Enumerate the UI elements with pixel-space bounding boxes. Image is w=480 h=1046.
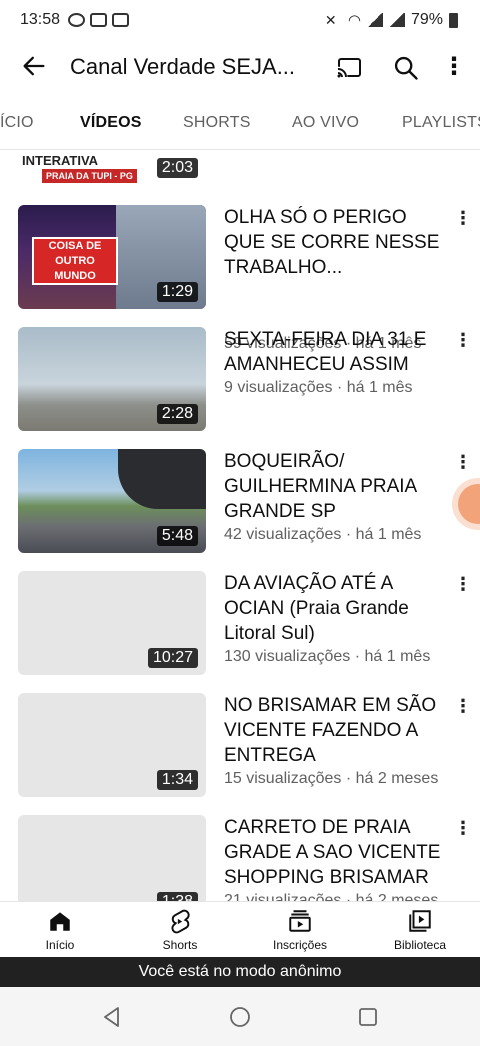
bottom-nav: Início Shorts Inscrições Biblioteca bbox=[0, 901, 480, 957]
nav-home[interactable]: Início bbox=[10, 908, 110, 952]
more-vert-icon[interactable]: ⋮ bbox=[440, 52, 468, 82]
tab-playlists[interactable]: PLAYLISTS bbox=[402, 114, 480, 132]
video-thumbnail[interactable]: COISA DE OUTRO MUNDO 1:29 bbox=[18, 205, 206, 309]
video-item[interactable]: INTERATIVA PRAIA DA TUPI - PG 2:03 bbox=[0, 151, 480, 193]
mute-icon: ✕ bbox=[324, 12, 337, 28]
cast-icon[interactable] bbox=[336, 57, 362, 79]
video-title[interactable]: CARRETO DE PRAIA GRADE A SAO VICENTE SHO… bbox=[224, 815, 452, 890]
video-camera-icon bbox=[112, 13, 130, 27]
video-item[interactable]: 2:28 SEXTA-FEIRA DIA 31 E AMANHECEU ASSI… bbox=[0, 327, 480, 439]
video-title[interactable]: OLHA SÓ O PERIGO QUE SE CORRE NESSE TRAB… bbox=[224, 205, 452, 280]
nav-label: Shorts bbox=[162, 938, 198, 952]
video-duration: 1:29 bbox=[156, 282, 198, 302]
home-circle-icon[interactable] bbox=[228, 1005, 252, 1029]
thumb-text-2: PRAIA DA TUPI - PG bbox=[42, 169, 137, 183]
nav-library[interactable]: Biblioteca bbox=[370, 908, 470, 952]
whatsapp-icon bbox=[68, 13, 86, 27]
channel-title: Canal Verdade SEJA... bbox=[70, 54, 296, 79]
notification-app-icon bbox=[90, 13, 108, 27]
video-thumbnail[interactable]: INTERATIVA PRAIA DA TUPI - PG 2:03 bbox=[18, 151, 206, 185]
nav-label: Inscrições bbox=[272, 938, 328, 952]
more-vert-icon[interactable]: ⋮ bbox=[454, 451, 472, 475]
video-duration: 1:38 bbox=[156, 892, 198, 901]
status-bar: 13:58 ✕ ◠ 79% bbox=[0, 0, 480, 40]
video-duration: 2:03 bbox=[156, 158, 198, 178]
nav-label: Início bbox=[45, 938, 75, 952]
video-meta: 130 visualizações · há 1 mês bbox=[224, 648, 431, 665]
thumb-car bbox=[118, 449, 206, 509]
notification-icons bbox=[68, 13, 130, 27]
video-thumbnail[interactable]: 10:27 bbox=[18, 571, 206, 675]
video-meta: 15 visualizações · há 2 meses bbox=[224, 770, 439, 787]
app-bar: Canal Verdade SEJA... ⋮ bbox=[0, 40, 480, 96]
subscriptions-icon bbox=[289, 910, 311, 932]
signal-icon-2 bbox=[388, 13, 405, 27]
video-duration: 10:27 bbox=[147, 648, 198, 668]
status-time: 13:58 bbox=[20, 11, 61, 28]
video-duration: 2:28 bbox=[156, 404, 198, 424]
nav-label: Biblioteca bbox=[393, 938, 447, 952]
video-item[interactable]: 10:27 DA AVIAÇÃO ATÉ A OCIAN (Praia Gran… bbox=[0, 571, 480, 683]
incognito-banner: Você está no modo anônimo bbox=[0, 957, 480, 987]
channel-tabs: ÍCIO VÍDEOS SHORTS AO VIVO PLAYLISTS bbox=[0, 100, 480, 150]
video-meta: 42 visualizações · há 1 mês bbox=[224, 526, 422, 543]
video-duration: 5:48 bbox=[156, 526, 198, 546]
signal-icon bbox=[366, 13, 383, 27]
battery-icon bbox=[449, 12, 458, 28]
shorts-icon bbox=[171, 909, 190, 934]
nav-shorts[interactable]: Shorts bbox=[130, 908, 230, 952]
battery-text: 79% bbox=[410, 11, 443, 28]
wifi-icon: ◠ bbox=[347, 12, 361, 29]
recents-square-icon[interactable] bbox=[356, 1005, 380, 1029]
video-item[interactable]: COISA DE OUTRO MUNDO 1:29 OLHA SÓ O PERI… bbox=[0, 205, 480, 352]
video-meta: 21 visualizações · há 2 meses bbox=[224, 892, 439, 901]
video-thumbnail[interactable]: 1:34 bbox=[18, 693, 206, 797]
back-triangle-icon[interactable] bbox=[100, 1005, 124, 1029]
tab-shorts[interactable]: SHORTS bbox=[183, 114, 251, 132]
video-title[interactable]: DA AVIAÇÃO ATÉ A OCIAN (Praia Grande Lit… bbox=[224, 571, 452, 646]
tab-live[interactable]: AO VIVO bbox=[292, 114, 359, 132]
video-item[interactable]: 5:48 BOQUEIRÃO/ GUILHERMINA PRAIA GRANDE… bbox=[0, 449, 480, 561]
home-icon bbox=[50, 912, 70, 931]
video-list: INTERATIVA PRAIA DA TUPI - PG 2:03 COISA… bbox=[0, 151, 480, 901]
tab-videos[interactable]: VÍDEOS bbox=[80, 114, 142, 132]
more-vert-icon[interactable]: ⋮ bbox=[454, 817, 472, 841]
library-icon bbox=[409, 910, 431, 932]
status-left: 13:58 bbox=[20, 11, 130, 29]
more-vert-icon[interactable]: ⋮ bbox=[454, 573, 472, 597]
video-item[interactable]: 1:38 CARRETO DE PRAIA GRADE A SAO VICENT… bbox=[0, 815, 480, 901]
more-vert-icon[interactable]: ⋮ bbox=[454, 207, 472, 231]
video-thumbnail[interactable]: 2:28 bbox=[18, 327, 206, 431]
more-vert-icon[interactable]: ⋮ bbox=[454, 329, 472, 353]
video-title[interactable]: NO BRISAMAR EM SÃO VICENTE FAZENDO A ENT… bbox=[224, 693, 452, 768]
video-thumbnail[interactable]: 5:48 bbox=[18, 449, 206, 553]
thumb-text: INTERATIVA bbox=[22, 153, 99, 168]
tab-home[interactable]: ÍCIO bbox=[0, 114, 34, 132]
system-nav-bar bbox=[0, 987, 480, 1046]
video-duration: 1:34 bbox=[156, 770, 198, 790]
video-meta: 9 visualizações · há 1 mês bbox=[224, 379, 413, 396]
video-title[interactable]: BOQUEIRÃO/ GUILHERMINA PRAIA GRANDE SP bbox=[224, 449, 452, 524]
video-thumbnail[interactable]: 1:38 bbox=[18, 815, 206, 901]
thumb-banner: COISA DE OUTRO MUNDO bbox=[32, 237, 118, 285]
video-item[interactable]: 1:34 NO BRISAMAR EM SÃO VICENTE FAZENDO … bbox=[0, 693, 480, 805]
status-right: ✕ ◠ 79% bbox=[325, 11, 458, 29]
search-icon[interactable] bbox=[392, 54, 420, 82]
nav-subscriptions[interactable]: Inscrições bbox=[250, 908, 350, 952]
video-title[interactable]: SEXTA-FEIRA DIA 31 E AMANHECEU ASSIM bbox=[224, 327, 452, 377]
more-vert-icon[interactable]: ⋮ bbox=[454, 695, 472, 719]
arrow-left-icon[interactable] bbox=[18, 52, 50, 84]
